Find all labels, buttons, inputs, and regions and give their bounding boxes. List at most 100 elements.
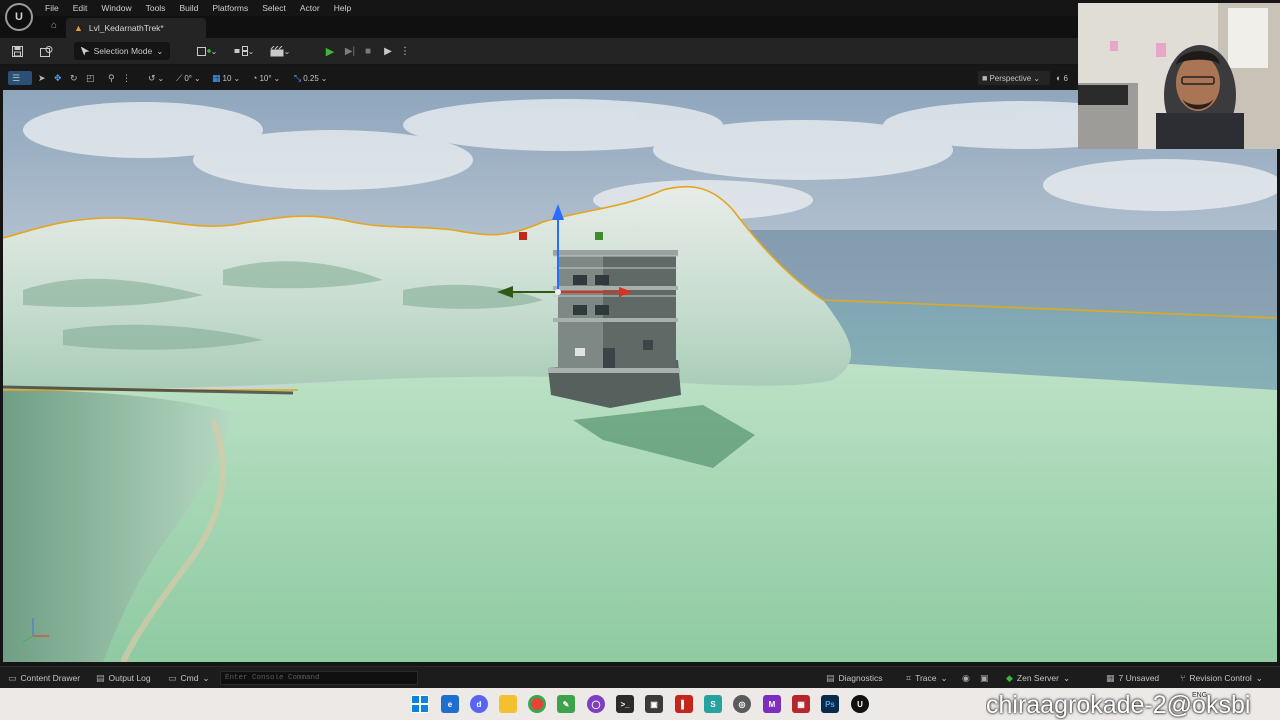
menu-select[interactable]: Select bbox=[255, 3, 293, 13]
trace-icon: ⌗ bbox=[906, 672, 912, 683]
screenshot-icon[interactable]: ▣ bbox=[980, 671, 989, 685]
chevron-down-icon: ⌄ bbox=[156, 45, 164, 56]
zen-server-dropdown[interactable]: ◆ Zen Server ⌄ bbox=[1006, 671, 1070, 685]
menu-actor[interactable]: Actor bbox=[293, 3, 327, 13]
content-drawer-button[interactable]: ▭ Content Drawer bbox=[8, 671, 80, 685]
photoshop-icon[interactable]: Ps bbox=[821, 695, 839, 713]
blueprint-button[interactable]: ⌄ bbox=[230, 42, 258, 60]
select-tool-icon[interactable]: ➤ bbox=[38, 71, 46, 85]
record-icon[interactable]: ◉ bbox=[962, 671, 970, 685]
more-icon[interactable]: ⋮ bbox=[122, 71, 131, 85]
tab-level[interactable]: ▲ Lvl_KedarnathTrek* bbox=[66, 18, 206, 38]
menu-file[interactable]: File bbox=[38, 3, 66, 13]
stop-icon: ■ bbox=[364, 45, 372, 57]
camera-icon: ■ bbox=[982, 73, 988, 83]
level-icon: ▲ bbox=[74, 23, 83, 33]
app-icon[interactable]: ▣ bbox=[645, 695, 663, 713]
surface-snap-button[interactable]: ↺ ⌄ bbox=[148, 71, 164, 85]
cursor-icon bbox=[80, 46, 90, 56]
menu-platforms[interactable]: Platforms bbox=[205, 3, 255, 13]
stop-button[interactable]: ■ bbox=[361, 42, 375, 60]
app-icon-gray[interactable]: ◎ bbox=[733, 695, 751, 713]
more-options-icon[interactable]: ⋮ bbox=[400, 42, 410, 60]
chevron-down-icon: ⌄ bbox=[202, 672, 210, 683]
chevron-down-icon: ⌄ bbox=[1062, 672, 1071, 683]
cmd-dropdown[interactable]: ▭ Cmd ⌄ bbox=[168, 671, 210, 685]
terminal-icon: ▭ bbox=[168, 672, 177, 683]
webcam-overlay bbox=[1078, 3, 1280, 149]
unsaved-icon: ▦ bbox=[1106, 672, 1115, 683]
watermark-text: chiraagrokade-2@oksbi bbox=[986, 691, 1251, 719]
browser-edge-icon[interactable]: e bbox=[441, 695, 459, 713]
scale-tool-icon[interactable]: ◰ bbox=[86, 71, 95, 85]
zen-server-label: Zen Server bbox=[1016, 673, 1059, 683]
angle-snap-button[interactable]: ◔ 10° ⌄ bbox=[252, 71, 280, 85]
hamburger-icon: ☰ bbox=[12, 72, 21, 83]
scale-snap-button[interactable]: ⤡ 0.25 ⌄ bbox=[294, 71, 327, 85]
console-command-input[interactable] bbox=[220, 671, 418, 685]
github-icon[interactable]: ◯ bbox=[587, 695, 605, 713]
save-icon[interactable] bbox=[10, 42, 24, 60]
output-log-label: Output Log bbox=[108, 673, 151, 683]
revision-control-dropdown[interactable]: ⑂ Revision Control ⌄ bbox=[1180, 671, 1263, 685]
output-log-button[interactable]: ▤ Output Log bbox=[96, 671, 151, 685]
step-button[interactable]: ▶| bbox=[342, 42, 358, 60]
terminal-icon[interactable]: >_ bbox=[616, 695, 634, 713]
cinematics-button[interactable]: ⌄ bbox=[266, 42, 294, 60]
discord-icon[interactable]: d bbox=[470, 695, 488, 713]
step-icon: ▶| bbox=[344, 45, 356, 57]
view-mode-label: Perspective bbox=[989, 73, 1032, 83]
transform-space-icon[interactable]: ⚲ bbox=[108, 71, 115, 85]
rotate-tool-icon[interactable]: ↻ bbox=[70, 71, 78, 85]
viewport-toolbar: ☰ ➤ ✥ ↻ ◰ ⚲ ⋮ ↺ ⌄ ⟋ 0° ⌄ ▦ 10 ⌄ ◔ 10° ⌄ ⤡ 0.25 ⌄ … bbox=[0, 66, 1080, 90]
unreal-logo-icon[interactable]: U bbox=[5, 3, 33, 31]
revision-control-icon: ⑂ bbox=[1180, 673, 1186, 683]
translate-tool-icon[interactable]: ✥ bbox=[54, 71, 62, 85]
trace-label: Trace bbox=[915, 673, 937, 683]
add-actor-button[interactable]: ⌄ bbox=[194, 42, 220, 60]
chevron-down-icon: ⌄ bbox=[940, 672, 948, 683]
explorer-icon[interactable] bbox=[499, 695, 517, 713]
content-drawer-label: Content Drawer bbox=[20, 673, 81, 683]
app-icon-teal[interactable]: S bbox=[704, 695, 722, 713]
rotation-snap-value: 0° bbox=[184, 73, 192, 83]
windows-start-icon[interactable] bbox=[411, 695, 429, 713]
rotation-snap-button[interactable]: ⟋ 0° ⌄ bbox=[176, 71, 201, 85]
webcam-image bbox=[1078, 3, 1280, 149]
chrome-icon[interactable] bbox=[528, 695, 546, 713]
launch-icon: ▶ bbox=[384, 45, 392, 57]
visual-studio-icon[interactable]: M bbox=[763, 695, 781, 713]
menu-window[interactable]: Window bbox=[94, 3, 138, 13]
app-icon-red2[interactable]: ▦ bbox=[792, 695, 810, 713]
menu-build[interactable]: Build bbox=[172, 3, 205, 13]
content-browser-icon[interactable] bbox=[38, 42, 54, 60]
menu-tools[interactable]: Tools bbox=[139, 3, 173, 13]
output-log-icon: ▤ bbox=[96, 672, 105, 683]
perspective-dropdown[interactable]: ■ Perspective ⌄ bbox=[978, 71, 1050, 85]
grid-snap-button[interactable]: ▦ 10 ⌄ bbox=[212, 71, 240, 85]
lit-mode-button[interactable]: ◐ 6 bbox=[1056, 71, 1068, 85]
chevron-down-icon: ⌄ bbox=[1255, 672, 1263, 683]
viewport-scene bbox=[3, 90, 1277, 662]
diagnostics-button[interactable]: ▤ Diagnostics bbox=[826, 671, 882, 685]
revision-control-label: Revision Control bbox=[1189, 673, 1252, 683]
viewport-options-button[interactable]: ☰ bbox=[8, 71, 32, 85]
unreal-icon[interactable]: U bbox=[851, 695, 869, 713]
notepad-icon[interactable]: ✎ bbox=[557, 695, 575, 713]
menu-edit[interactable]: Edit bbox=[66, 3, 95, 13]
menu-help[interactable]: Help bbox=[327, 3, 358, 13]
zen-server-icon: ◆ bbox=[1006, 672, 1013, 683]
grid-snap-value: 10 bbox=[222, 73, 232, 83]
unreal-editor-window: U File Edit Window Tools Build Platforms… bbox=[0, 0, 1280, 720]
level-tab-label: Lvl_KedarnathTrek* bbox=[88, 23, 164, 33]
selection-mode-dropdown[interactable]: Selection Mode ⌄ bbox=[74, 42, 170, 60]
play-button[interactable]: ▶ bbox=[322, 42, 338, 60]
launch-button[interactable]: ▶ bbox=[380, 42, 396, 60]
home-icon[interactable]: ⌂ bbox=[44, 20, 64, 36]
trace-dropdown[interactable]: ⌗ Trace ⌄ bbox=[906, 671, 948, 685]
level-viewport[interactable] bbox=[3, 90, 1277, 662]
app-icon-red[interactable]: ▌ bbox=[675, 695, 693, 713]
status-bar: ▭ Content Drawer ▤ Output Log ▭ Cmd ⌄ ▤ … bbox=[0, 666, 1280, 688]
selection-mode-label: Selection Mode bbox=[93, 46, 153, 56]
unsaved-button[interactable]: ▦ 7 Unsaved bbox=[1106, 671, 1159, 685]
